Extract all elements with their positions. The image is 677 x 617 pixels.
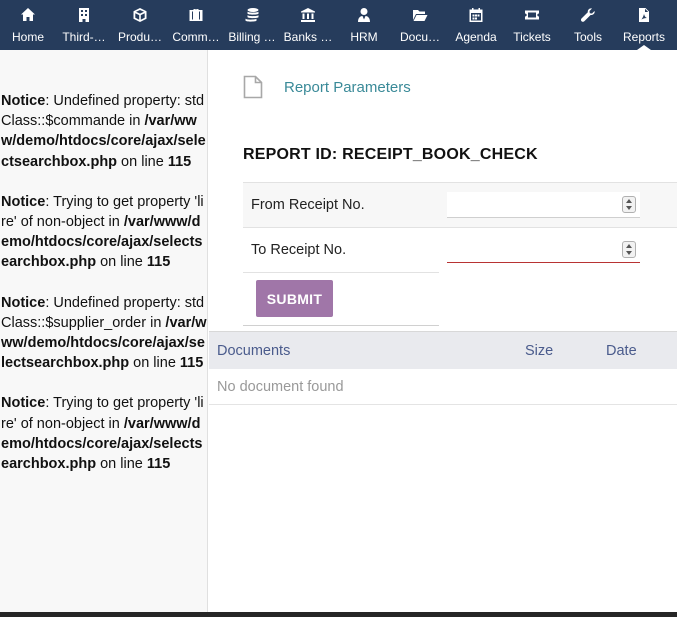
php-notice: Notice: Undefined property: stdClass::$c…	[1, 91, 207, 172]
date-column-header[interactable]: Date	[606, 343, 637, 359]
nav-label: Tickets	[513, 30, 551, 44]
briefcase-icon	[189, 9, 203, 21]
notice-line: 115	[146, 254, 171, 271]
nav-label: Agenda	[455, 30, 497, 44]
number-spinner-icon[interactable]	[622, 241, 636, 258]
building-icon	[79, 8, 89, 22]
notice-message: on line	[117, 153, 168, 170]
pdf-file-icon	[639, 8, 649, 22]
php-notices-pane: Notice: Undefined property: stdClass::$c…	[0, 50, 208, 612]
notice-message: on line	[129, 355, 180, 372]
wrench-icon	[580, 8, 595, 22]
notice-line: 115	[179, 355, 204, 372]
from-receipt-label: From Receipt No.	[251, 197, 365, 213]
nav-label: Comm…	[172, 30, 220, 44]
notice-message: on line	[96, 254, 147, 271]
submit-button[interactable]: SUBMIT	[256, 280, 333, 317]
form-row-from-receipt: From Receipt No.	[243, 182, 677, 227]
php-notice: Notice: Trying to get property 'lire' of…	[1, 393, 207, 474]
nav-label: Third-…	[62, 30, 106, 44]
to-receipt-input[interactable]	[447, 237, 640, 263]
notice-kind: Notice	[1, 93, 46, 109]
bank-icon	[301, 8, 315, 22]
nav-label: Billing …	[228, 30, 276, 44]
size-column-header[interactable]: Size	[525, 343, 553, 359]
user-tie-icon	[358, 8, 370, 22]
nav-item-products[interactable]: Produ…	[112, 0, 168, 50]
calendar-icon	[469, 8, 483, 22]
nav-item-third-parties[interactable]: Third-…	[56, 0, 112, 50]
nav-item-hrm[interactable]: HRM	[336, 0, 392, 50]
documents-table-header: Documents Size Date	[209, 331, 677, 369]
submit-row: SUBMIT	[243, 272, 439, 326]
nav-item-tools[interactable]: Tools	[560, 0, 616, 50]
nav-item-documents[interactable]: Docu…	[392, 0, 448, 50]
documents-column-header[interactable]: Documents	[217, 343, 290, 359]
to-receipt-label: To Receipt No.	[251, 242, 347, 258]
php-notice: Notice: Trying to get property 'lire' of…	[1, 192, 207, 273]
from-receipt-input[interactable]	[447, 192, 640, 218]
nav-item-billing[interactable]: Billing …	[224, 0, 280, 50]
report-id-heading: REPORT ID: RECEIPT_BOOK_CHECK	[243, 146, 538, 163]
nav-label: Banks …	[283, 30, 333, 44]
bottom-bar	[0, 612, 677, 617]
report-params-form: From Receipt No. To Receipt No. SUBMIT	[243, 182, 677, 326]
nav-label: Docu…	[399, 30, 440, 44]
ticket-icon	[525, 10, 539, 20]
nav-label: Home	[11, 30, 44, 44]
main-content: Report Parameters REPORT ID: RECEIPT_BOO…	[209, 50, 677, 612]
nav-label: Tools	[573, 30, 602, 44]
notice-kind: Notice	[1, 294, 46, 311]
nav-label: Reports	[622, 30, 666, 44]
notice-line: 115	[146, 456, 171, 473]
top-nav: Home Third-… Produ… Comm… Billing … Bank…	[0, 0, 677, 50]
form-row-to-receipt: To Receipt No.	[243, 227, 677, 272]
nav-item-reports[interactable]: Reports	[616, 0, 672, 50]
file-icon	[243, 75, 263, 99]
cube-icon	[133, 8, 147, 22]
notice-message: on line	[96, 456, 147, 473]
number-spinner-icon[interactable]	[622, 196, 636, 213]
home-icon	[21, 8, 35, 21]
notice-kind: Notice	[1, 395, 46, 412]
report-parameters-header: Report Parameters	[243, 75, 411, 99]
nav-item-home[interactable]: Home	[0, 0, 56, 50]
nav-label: HRM	[350, 30, 378, 44]
nav-item-banks[interactable]: Banks …	[280, 0, 336, 50]
notice-line: 115	[167, 153, 192, 170]
nav-item-commercial[interactable]: Comm…	[168, 0, 224, 50]
nav-label: Produ…	[117, 30, 163, 44]
notice-kind: Notice	[1, 193, 46, 210]
report-parameters-title[interactable]: Report Parameters	[284, 79, 411, 96]
nav-item-tickets[interactable]: Tickets	[504, 0, 560, 50]
nav-item-agenda[interactable]: Agenda	[448, 0, 504, 50]
coins-icon	[245, 8, 259, 22]
folder-open-icon	[413, 10, 428, 21]
php-notice: Notice: Undefined property: stdClass::$s…	[1, 293, 207, 374]
documents-empty-row: No document found	[209, 369, 677, 405]
